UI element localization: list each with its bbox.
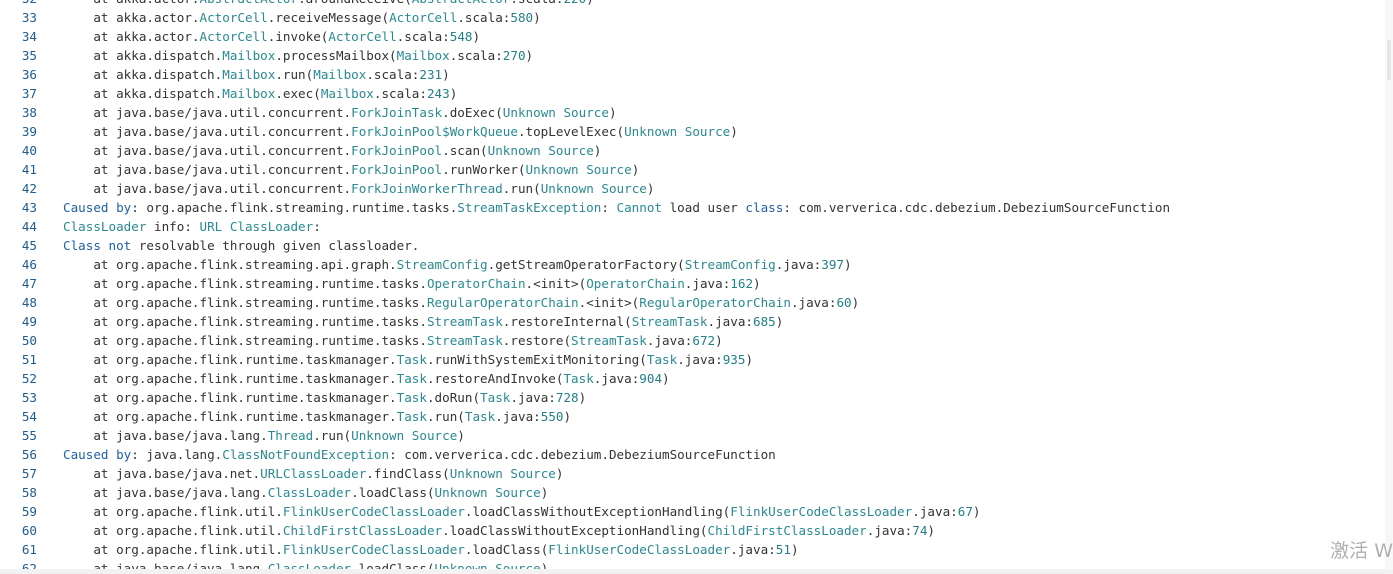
line-number: 33	[21, 10, 37, 25]
line-number: 54	[21, 409, 37, 424]
vertical-scrollbar[interactable]	[1385, 0, 1393, 574]
line-number: 60	[21, 523, 37, 538]
line-number: 42	[21, 181, 37, 196]
code-line: 53 at org.apache.flink.runtime.taskmanag…	[0, 388, 1380, 407]
line-number: 36	[21, 67, 37, 82]
line-text: at java.base/java.util.concurrent.ForkJo…	[63, 162, 640, 177]
code-line: 54 at org.apache.flink.runtime.taskmanag…	[0, 407, 1380, 426]
line-number: 49	[21, 314, 37, 329]
code-line: 48 at org.apache.flink.streaming.runtime…	[0, 293, 1380, 312]
line-number: 46	[21, 257, 37, 272]
line-number: 41	[21, 162, 37, 177]
code-line: 57 at java.base/java.net.URLClassLoader.…	[0, 464, 1380, 483]
code-line: 47 at org.apache.flink.streaming.runtime…	[0, 274, 1380, 293]
line-text: at org.apache.flink.streaming.runtime.ta…	[63, 276, 761, 291]
code-line: 44 ClassLoader info: URL ClassLoader:	[0, 217, 1380, 236]
line-text: at java.base/java.lang.Thread.run(Unknow…	[63, 428, 465, 443]
line-text: at java.base/java.lang.ClassLoader.loadC…	[63, 485, 549, 500]
line-number: 52	[21, 371, 37, 386]
line-number: 53	[21, 390, 37, 405]
line-number: 40	[21, 143, 37, 158]
line-number: 35	[21, 48, 37, 63]
line-number: 59	[21, 504, 37, 519]
line-number: 44	[21, 219, 37, 234]
line-number: 43	[21, 200, 37, 215]
scrollbar-thumb[interactable]	[1387, 40, 1391, 80]
line-number: 55	[21, 428, 37, 443]
code-viewer[interactable]: 32 at akka.actor.AbstractActor.aroundRec…	[0, 0, 1393, 574]
code-line: 60 at org.apache.flink.util.ChildFirstCl…	[0, 521, 1380, 540]
line-text: at org.apache.flink.util.ChildFirstClass…	[63, 523, 935, 538]
line-number: 58	[21, 485, 37, 500]
line-text: at java.base/java.net.URLClassLoader.fin…	[63, 466, 564, 481]
line-number: 51	[21, 352, 37, 367]
line-number: 56	[21, 447, 37, 462]
code-line: 36 at akka.dispatch.Mailbox.run(Mailbox.…	[0, 65, 1380, 84]
line-text: at org.apache.flink.streaming.runtime.ta…	[63, 314, 784, 329]
line-text: Caused by: java.lang.ClassNotFoundExcept…	[63, 447, 776, 462]
code-line: 32 at akka.actor.AbstractActor.aroundRec…	[0, 0, 1380, 8]
line-number: 37	[21, 86, 37, 101]
stack-trace-code-block: 32 at akka.actor.AbstractActor.aroundRec…	[0, 0, 1380, 574]
line-number: 50	[21, 333, 37, 348]
line-number: 45	[21, 238, 37, 253]
line-number: 61	[21, 542, 37, 557]
line-text: at org.apache.flink.runtime.taskmanager.…	[63, 371, 670, 386]
line-text: at akka.actor.ActorCell.receiveMessage(A…	[63, 10, 541, 25]
line-text: at org.apache.flink.util.FlinkUserCodeCl…	[63, 504, 981, 519]
code-line: 42 at java.base/java.util.concurrent.For…	[0, 179, 1380, 198]
activation-watermark: 激活 W	[1330, 540, 1393, 562]
code-line: 58 at java.base/java.lang.ClassLoader.lo…	[0, 483, 1380, 502]
line-number: 38	[21, 105, 37, 120]
line-number: 47	[21, 276, 37, 291]
code-line: 52 at org.apache.flink.runtime.taskmanag…	[0, 369, 1380, 388]
code-line: 38 at java.base/java.util.concurrent.For…	[0, 103, 1380, 122]
code-line: 51 at org.apache.flink.runtime.taskmanag…	[0, 350, 1380, 369]
code-line: 43 Caused by: org.apache.flink.streaming.…	[0, 198, 1380, 217]
code-line: 59 at org.apache.flink.util.FlinkUserCod…	[0, 502, 1380, 521]
line-text: at org.apache.flink.runtime.taskmanager.…	[63, 352, 754, 367]
line-text: at org.apache.flink.util.FlinkUserCodeCl…	[63, 542, 799, 557]
code-line: 55 at java.base/java.lang.Thread.run(Unk…	[0, 426, 1380, 445]
line-number: 57	[21, 466, 37, 481]
code-line: 61 at org.apache.flink.util.FlinkUserCod…	[0, 540, 1380, 559]
line-text: at org.apache.flink.runtime.taskmanager.…	[63, 409, 572, 424]
line-text: at akka.dispatch.Mailbox.run(Mailbox.sca…	[63, 67, 450, 82]
code-line: 56 Caused by: java.lang.ClassNotFoundExce…	[0, 445, 1380, 464]
code-line: 34 at akka.actor.ActorCell.invoke(ActorC…	[0, 27, 1380, 46]
horizontal-scrollbar[interactable]	[0, 569, 1393, 574]
line-number: 34	[21, 29, 37, 44]
line-text: at org.apache.flink.streaming.api.graph.…	[63, 257, 852, 272]
line-text: Class not resolvable through given class…	[63, 238, 420, 253]
code-line: 39 at java.base/java.util.concurrent.For…	[0, 122, 1380, 141]
line-text: at akka.dispatch.Mailbox.exec(Mailbox.sc…	[63, 86, 458, 101]
code-line: 41 at java.base/java.util.concurrent.For…	[0, 160, 1380, 179]
line-text: at java.base/java.util.concurrent.ForkJo…	[63, 143, 602, 158]
line-text: at akka.actor.ActorCell.invoke(ActorCell…	[63, 29, 481, 44]
line-text: at akka.actor.AbstractActor.aroundReceiv…	[37, 0, 593, 8]
code-line: 35 at akka.dispatch.Mailbox.processMailb…	[0, 46, 1380, 65]
line-text: at org.apache.flink.streaming.runtime.ta…	[63, 333, 723, 348]
line-number: 48	[21, 295, 37, 310]
code-line: 40 at java.base/java.util.concurrent.For…	[0, 141, 1380, 160]
code-line: 49 at org.apache.flink.streaming.runtime…	[0, 312, 1380, 331]
code-line: 37 at akka.dispatch.Mailbox.exec(Mailbox…	[0, 84, 1380, 103]
line-text: ClassLoader info: URL ClassLoader:	[63, 219, 321, 234]
line-text: at akka.dispatch.Mailbox.processMailbox(…	[63, 48, 534, 63]
code-line: 45 Class not resolvable through given cla…	[0, 236, 1380, 255]
line-text: at org.apache.flink.runtime.taskmanager.…	[63, 390, 587, 405]
line-text: at org.apache.flink.streaming.runtime.ta…	[63, 295, 860, 310]
code-line: 50 at org.apache.flink.streaming.runtime…	[0, 331, 1380, 350]
line-number: 39	[21, 124, 37, 139]
line-number: 32	[0, 0, 37, 8]
code-line: 46 at org.apache.flink.streaming.api.gra…	[0, 255, 1380, 274]
line-text: Caused by: org.apache.flink.streaming.ru…	[63, 200, 1171, 215]
line-text: at java.base/java.util.concurrent.ForkJo…	[63, 105, 617, 120]
code-line: 33 at akka.actor.ActorCell.receiveMessag…	[0, 8, 1380, 27]
line-text: at java.base/java.util.concurrent.ForkJo…	[63, 124, 738, 139]
line-text: at java.base/java.util.concurrent.ForkJo…	[63, 181, 655, 196]
